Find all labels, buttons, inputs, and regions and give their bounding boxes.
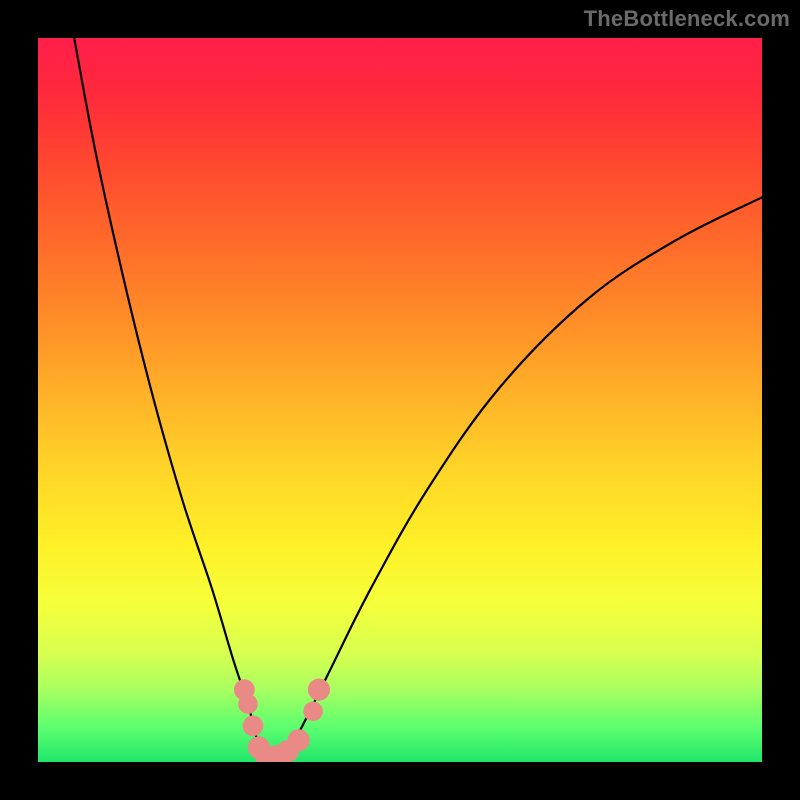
curve-left-branch xyxy=(74,38,270,762)
curve-layer xyxy=(38,38,762,762)
valley-marker xyxy=(243,715,264,736)
curve-right-branch xyxy=(270,197,762,762)
valley-marker xyxy=(303,702,323,722)
valley-markers xyxy=(234,679,330,763)
watermark-text: TheBottleneck.com xyxy=(584,6,790,32)
chart-frame: TheBottleneck.com xyxy=(0,0,800,800)
valley-marker xyxy=(238,694,258,714)
plot-area xyxy=(38,38,762,762)
valley-marker xyxy=(308,679,330,701)
valley-marker xyxy=(288,729,310,751)
